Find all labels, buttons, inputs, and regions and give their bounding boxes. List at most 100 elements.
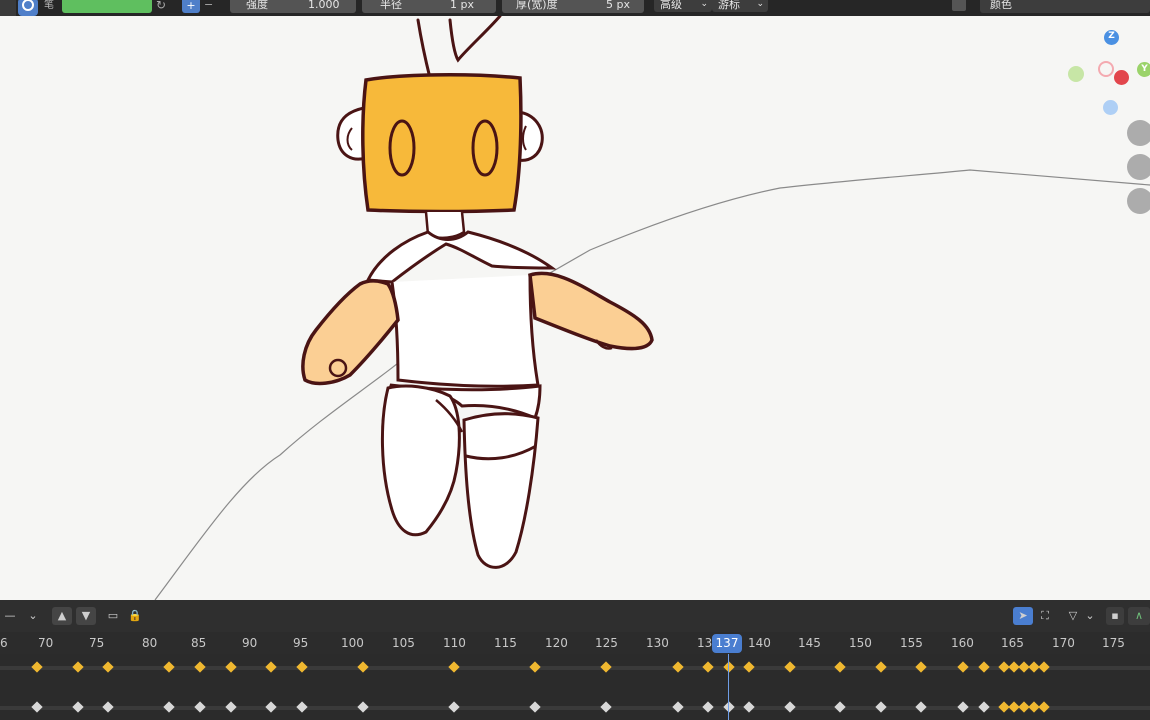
keyframe-marker[interactable] [915,661,927,673]
keyframe-marker[interactable] [784,701,796,713]
keyframe-marker[interactable] [31,661,43,673]
proportional-icon[interactable]: ∧ [1128,607,1150,625]
keyframe-marker[interactable] [743,661,755,673]
layer-icon[interactable] [952,0,966,11]
right-arm [528,271,654,351]
strength-label: 强度 [246,0,268,11]
z-axis-label: Z [1108,31,1115,41]
keyframe-marker[interactable] [702,701,714,713]
motion-path [154,169,1150,600]
filter-icon[interactable]: ▽ [1062,607,1084,625]
keyframe-marker[interactable] [529,701,541,713]
keyframe-marker[interactable] [357,701,369,713]
cursor-label: 游标 [718,0,740,11]
neg-z-axis-handle[interactable] [1103,100,1118,115]
mode-icon[interactable] [0,0,16,16]
frame-tick: 150 [849,636,872,650]
frame-tick: 160 [951,636,974,650]
tool-settings-bar: 笔 ↻ + − 强度 1.000 半径 1 px 厚(宽)度 5 px 高级 ⌄… [0,0,1150,16]
keyframe-marker[interactable] [448,701,460,713]
keyframe-marker[interactable] [600,661,612,673]
frame-tick: 170 [1052,636,1075,650]
keyframe-marker[interactable] [723,661,735,673]
radius-field[interactable]: 半径 1 px [362,0,496,13]
keyframe-marker[interactable] [915,701,927,713]
display-icon[interactable]: ▭ [104,607,122,625]
zoom-view-button[interactable] [1127,120,1150,146]
keyframe-marker[interactable] [875,701,887,713]
refresh-icon[interactable]: ↻ [156,0,166,14]
neg-x-axis-handle[interactable] [1098,61,1114,77]
camera-view-button[interactable] [1127,188,1150,214]
chevron-down-icon: ⌄ [756,0,764,9]
keyframe-marker[interactable] [194,661,206,673]
thickness-field[interactable]: 厚(宽)度 5 px [502,0,644,13]
keyframe-marker[interactable] [529,661,541,673]
keyframe-marker[interactable] [225,661,237,673]
remove-button[interactable]: − [204,0,213,14]
down-arrow-icon[interactable]: ▼ [76,607,96,625]
frame-select-icon[interactable]: ⛶ [1036,607,1054,625]
keyframe-marker[interactable] [702,661,714,673]
chevron-down-icon[interactable]: ⌄ [1084,607,1096,625]
keyframe-marker[interactable] [102,661,114,673]
menu-toggle[interactable]: — [2,607,18,625]
keyframe-marker[interactable] [957,701,969,713]
keyframe-marker[interactable] [194,701,206,713]
frame-tick: 145 [798,636,821,650]
frame-tick: 13 [697,636,713,650]
left-arm [301,279,400,386]
keyframe-marker[interactable] [296,701,308,713]
keyframe-marker[interactable] [102,701,114,713]
keyframe-marker[interactable] [743,701,755,713]
keyframe-marker[interactable] [978,701,990,713]
keyframe-marker[interactable] [834,661,846,673]
brush-name-label: 笔 [44,0,54,11]
frame-ruler[interactable]: 6 70 75 80 85 90 95 100 105 110 115 120 125 130 13 140 1… [0,632,1150,654]
keyframe-marker[interactable] [834,701,846,713]
keyframe-marker[interactable] [957,661,969,673]
keyframe-marker[interactable] [784,661,796,673]
select-icon[interactable]: ➤ [1013,607,1033,625]
cursor-dropdown[interactable]: 游标 ⌄ [712,0,768,12]
color-mode-field[interactable]: 颜色 [980,0,1150,13]
keyframe-marker[interactable] [723,701,735,713]
neg-y-axis-handle[interactable] [1068,66,1084,82]
pan-view-button[interactable] [1127,154,1150,180]
keyframe-marker[interactable] [163,701,175,713]
keyframe-marker[interactable] [672,701,684,713]
keyframe-marker[interactable] [163,661,175,673]
keyframe-marker[interactable] [72,661,84,673]
keyframe-marker[interactable] [357,661,369,673]
keyframe-marker[interactable] [265,661,277,673]
keyframe-marker[interactable] [1038,701,1050,713]
keyframe-marker[interactable] [31,701,43,713]
frame-tick: 110 [443,636,466,650]
chevron-down-icon[interactable]: ⌄ [26,607,40,625]
current-frame-indicator[interactable]: 137 [712,634,742,653]
keyframe-marker[interactable] [448,661,460,673]
keyframe-marker[interactable] [296,661,308,673]
snap-icon[interactable]: ▪ [1106,607,1124,625]
keyframe-marker[interactable] [600,701,612,713]
keyframe-marker[interactable] [72,701,84,713]
keyframe-marker[interactable] [265,701,277,713]
keyframe-marker[interactable] [672,661,684,673]
right-leg [462,412,540,569]
frame-tick: 155 [900,636,923,650]
viewport[interactable]: Z Y [0,16,1150,600]
up-arrow-icon[interactable]: ▲ [52,607,72,625]
strength-field[interactable]: 强度 1.000 [230,0,356,13]
grease-pencil-drawing [154,16,1150,600]
color-swatch[interactable] [62,0,152,13]
keyframe-marker[interactable] [225,701,237,713]
lock-icon[interactable]: 🔒 [126,607,144,625]
keyframe-marker[interactable] [875,661,887,673]
brush-icon[interactable] [18,0,38,16]
keyframe-marker[interactable] [978,661,990,673]
keyframe-marker[interactable] [1038,661,1050,673]
add-button[interactable]: + [182,0,200,13]
x-axis-handle[interactable] [1114,70,1129,85]
thickness-value: 5 px [606,0,630,11]
advanced-dropdown[interactable]: 高级 ⌄ [654,0,712,12]
